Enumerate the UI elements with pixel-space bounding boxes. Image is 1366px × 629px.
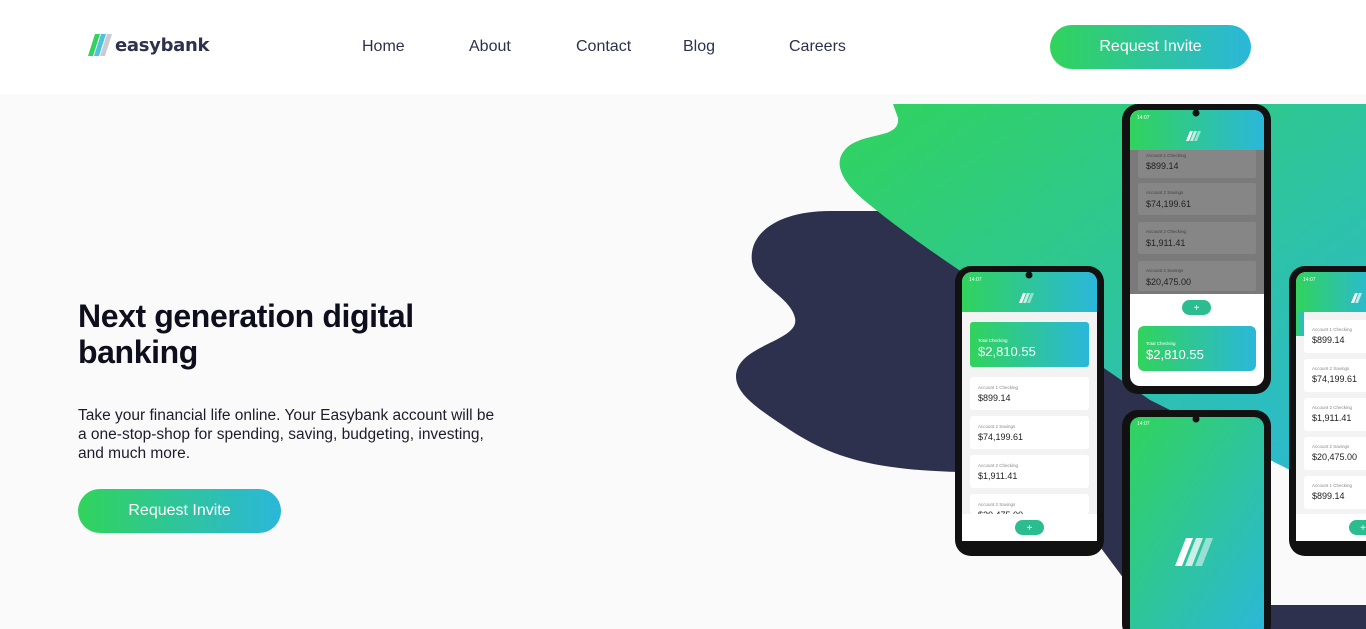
hero-title: Next generation digital banking — [78, 298, 414, 370]
nav-contact[interactable]: Contact — [576, 38, 631, 56]
phone-top-account-1-value: $899.14 — [1146, 161, 1179, 171]
phone-top-account-1-label: Account 1 Checking — [1146, 153, 1187, 158]
phone-top-account-2-value: $74,199.61 — [1146, 199, 1191, 209]
phone-left-account-1-value: $899.14 — [978, 393, 1011, 403]
phone-top-account-4-label: Account 2 Savings — [1146, 268, 1184, 273]
phone-right-account-2-value: $74,199.61 — [1312, 374, 1357, 384]
phone-right-add-icon: + — [1360, 523, 1366, 534]
phone-right-status-time: 14:07 — [1303, 277, 1316, 283]
dark-blob — [735, 211, 1366, 629]
phone-top-account-3-value: $1,911.41 — [1146, 238, 1185, 248]
phone-right-account-4-value: $20,475.00 — [1312, 452, 1357, 462]
phone-right-account-1-label: Account 1 Checking — [1312, 327, 1353, 332]
phone-left-account-2-value: $74,199.61 — [978, 432, 1023, 442]
nav-about[interactable]: About — [469, 38, 511, 56]
phone-left-status-time: 14:07 — [969, 277, 982, 283]
phone-left-account-4-label: Account 2 Savings — [978, 502, 1016, 507]
phone-left-account-3-label: Account 2 Checking — [978, 463, 1019, 468]
phone-mockup-top: 14:07 Account 1 Checking $899.14 Account… — [1122, 104, 1271, 394]
phone-right-account-5-label: Account 1 Checking — [1312, 483, 1353, 488]
phone-left-account-2-label: Account 2 Savings — [978, 424, 1016, 429]
phone-right-account-5-value: $899.14 — [1312, 491, 1345, 501]
site-header: easybank Home About Contact Blog Careers… — [0, 0, 1366, 94]
hero-request-invite-button[interactable]: Request Invite — [78, 489, 281, 533]
brand-logo[interactable]: easybank — [88, 34, 210, 56]
phone-top-total-label: Total Checking — [1146, 341, 1176, 346]
phone-left-account-1-label: Account 1 Checking — [978, 385, 1019, 390]
easybank-logo-icon — [88, 34, 112, 56]
header-request-invite-button[interactable]: Request Invite — [1050, 25, 1251, 69]
phone-top-logo-icon — [1186, 131, 1201, 141]
phone-left-account-4-value: $20,475.00 — [978, 510, 1023, 520]
phone-top-account-3-label: Account 2 Checking — [1146, 229, 1187, 234]
phone-right-account-2-label: Account 2 Savings — [1312, 366, 1350, 371]
phone-left-add-icon: + — [1027, 523, 1033, 534]
phone-right-account-3-label: Account 2 Checking — [1312, 405, 1353, 410]
phone-mockup-right: 14:07 Account 1 Checking $899.14 Account… — [1289, 266, 1366, 556]
phone-top-total-value: $2,810.55 — [1146, 347, 1204, 362]
green-blob — [839, 104, 1366, 500]
phone-top-account-4-value: $20,475.00 — [1146, 277, 1191, 287]
nav-careers[interactable]: Careers — [789, 38, 846, 56]
phone-left-logo-icon — [1019, 293, 1034, 303]
brand-name: easybank — [115, 34, 210, 56]
phone-right-account-3-value: $1,911.41 — [1312, 413, 1351, 423]
phone-top-add-icon: + — [1194, 303, 1200, 314]
phone-left-total-label: Total Checking — [978, 338, 1008, 343]
nav-blog[interactable]: Blog — [683, 38, 715, 56]
phone-left-account-3-value: $1,911.41 — [978, 471, 1017, 481]
phone-top-account-2-label: Account 2 Savings — [1146, 190, 1184, 195]
phone-bottom-logo-icon — [1175, 538, 1213, 566]
hero-content: Next generation digital banking Take you… — [78, 298, 498, 463]
phone-right-account-1-value: $899.14 — [1312, 335, 1345, 345]
phone-mockup-left: 14:07 Total Checking $2,810.55 Account 1… — [955, 266, 1104, 556]
phone-right-account-4-label: Account 2 Savings — [1312, 444, 1350, 449]
phone-left-total-value: $2,810.55 — [978, 344, 1036, 359]
phone-mockup-bottom: 14:07 — [1122, 410, 1271, 629]
hero-description: Take your financial life online. Your Ea… — [78, 407, 495, 462]
nav-home[interactable]: Home — [362, 38, 405, 56]
phone-bottom-status-time: 14:07 — [1137, 421, 1150, 427]
phone-top-status-time: 14:07 — [1137, 115, 1150, 121]
phone-right-logo-icon — [1351, 293, 1362, 303]
